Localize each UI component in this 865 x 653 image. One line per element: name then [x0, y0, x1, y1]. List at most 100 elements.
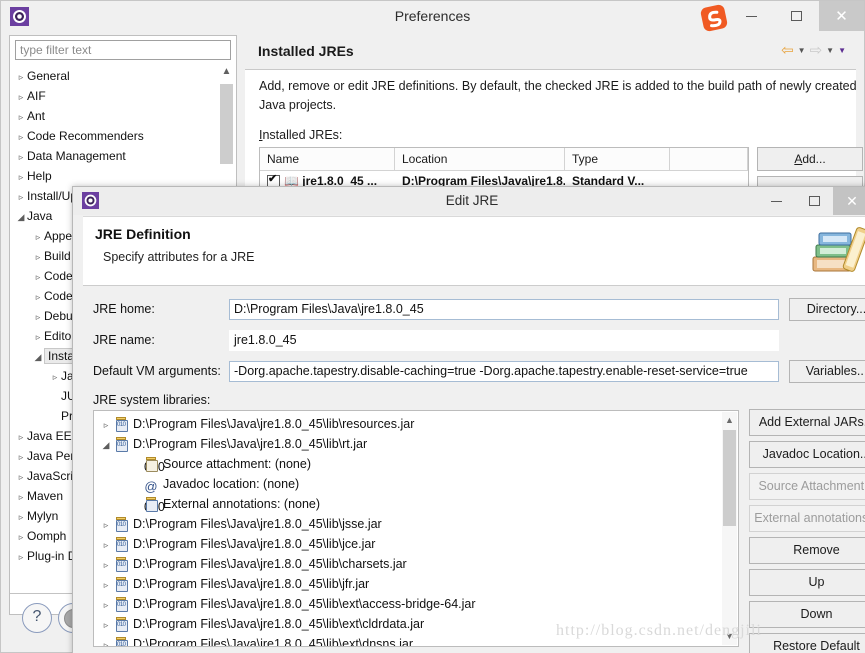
library-tree-row[interactable]: ▹010D:\Program Files\Java\jre1.8.0_45\li…: [94, 514, 722, 534]
add-jre-button[interactable]: Add...: [757, 147, 863, 171]
sidebar-item-label: Java EE: [27, 429, 72, 443]
scroll-down-icon[interactable]: ▼: [722, 628, 737, 645]
chevron-right-icon[interactable]: ▹: [15, 547, 27, 567]
chevron-right-icon[interactable]: ▹: [98, 635, 114, 647]
chevron-down-icon[interactable]: ◢: [15, 207, 27, 227]
filter-input[interactable]: type filter text: [15, 40, 231, 60]
jre-home-input[interactable]: D:\Program Files\Java\jre1.8.0_45: [229, 299, 779, 320]
installed-jres-label: Installed JREs:: [259, 128, 342, 142]
scrollbar-thumb[interactable]: [723, 430, 736, 526]
jar-icon: 010: [114, 537, 128, 551]
edit-jre-header-band: JRE Definition Specify attributes for a …: [83, 216, 865, 286]
chevron-right-icon[interactable]: ▹: [98, 615, 114, 635]
chevron-down-icon[interactable]: ◢: [98, 435, 114, 455]
chevron-right-icon[interactable]: ▹: [98, 555, 114, 575]
scroll-up-icon[interactable]: ▲: [220, 66, 233, 77]
chevron-right-icon[interactable]: ▹: [98, 535, 114, 555]
sidebar-item-label: Ant: [27, 109, 45, 123]
library-tree-row[interactable]: @Javadoc location: (none): [94, 474, 722, 494]
chevron-down-icon[interactable]: ◢: [32, 347, 44, 367]
annotations-icon: 010: [144, 497, 158, 511]
library-tree-row[interactable]: ▹010D:\Program Files\Java\jre1.8.0_45\li…: [94, 574, 722, 594]
chevron-right-icon[interactable]: ▹: [15, 427, 27, 447]
menu-dropdown-icon[interactable]: ▼: [838, 46, 846, 55]
chevron-right-icon[interactable]: ▹: [32, 307, 44, 327]
add-external-jars-button[interactable]: Add External JARs...: [749, 409, 865, 436]
column-header-location[interactable]: Location: [395, 148, 565, 170]
sogou-ime-icon[interactable]: [694, 3, 734, 33]
column-header-extra[interactable]: [670, 148, 748, 170]
library-tree-scrollbar[interactable]: ▲ ▼: [722, 412, 737, 645]
sidebar-item-data-management[interactable]: ▹Data Management: [15, 146, 231, 166]
close-button[interactable]: ✕: [819, 1, 864, 31]
system-libraries-tree[interactable]: ▹010D:\Program Files\Java\jre1.8.0_45\li…: [93, 410, 739, 647]
up-button[interactable]: Up: [749, 569, 865, 596]
sidebar-item-label: AIF: [27, 89, 46, 103]
library-tree-row[interactable]: ▹010D:\Program Files\Java\jre1.8.0_45\li…: [94, 414, 722, 434]
directory-button[interactable]: Directory...: [789, 298, 865, 321]
restore-default-button[interactable]: Restore Default: [749, 633, 865, 653]
maximize-button[interactable]: [774, 1, 819, 31]
library-tree-row[interactable]: ▹010D:\Program Files\Java\jre1.8.0_45\li…: [94, 614, 722, 634]
chevron-right-icon[interactable]: ▹: [32, 247, 44, 267]
source-attachment-icon: 010: [144, 457, 158, 471]
library-tree-row[interactable]: ◢010D:\Program Files\Java\jre1.8.0_45\li…: [94, 434, 722, 454]
chevron-right-icon[interactable]: ▹: [15, 127, 27, 147]
library-tree-row[interactable]: 010Source attachment: (none): [94, 454, 722, 474]
forward-arrow-icon[interactable]: ⇨: [810, 41, 823, 59]
library-tree-row[interactable]: ▹010D:\Program Files\Java\jre1.8.0_45\li…: [94, 554, 722, 574]
chevron-right-icon[interactable]: ▹: [32, 287, 44, 307]
back-dropdown-icon[interactable]: ▼: [798, 46, 806, 55]
sidebar-item-label: General: [27, 69, 70, 83]
back-arrow-icon[interactable]: ⇦: [781, 41, 794, 59]
variables-button[interactable]: Variables...: [789, 360, 865, 383]
chevron-right-icon[interactable]: ▹: [15, 87, 27, 107]
library-tree-row[interactable]: 010External annotations: (none): [94, 494, 722, 514]
content-header: Installed JREs ⇦ ▼ ⇨ ▼ ▼: [245, 35, 856, 70]
vm-arguments-input[interactable]: -Dorg.apache.tapestry.disable-caching=tr…: [229, 361, 779, 382]
chevron-right-icon[interactable]: ▹: [15, 167, 27, 187]
maximize-button[interactable]: [795, 187, 833, 215]
chevron-right-icon[interactable]: ▹: [98, 415, 114, 435]
chevron-right-icon[interactable]: ▹: [32, 267, 44, 287]
scrollbar-thumb[interactable]: [220, 84, 233, 164]
library-tree-row[interactable]: ▹010D:\Program Files\Java\jre1.8.0_45\li…: [94, 634, 722, 647]
column-header-type[interactable]: Type: [565, 148, 670, 170]
chevron-right-icon[interactable]: ▹: [15, 67, 27, 87]
jre-name-input[interactable]: jre1.8.0_45: [229, 330, 779, 351]
history-navigation: ⇦ ▼ ⇨ ▼ ▼: [781, 41, 846, 59]
sidebar-item-code-recommenders[interactable]: ▹Code Recommenders: [15, 126, 231, 146]
sidebar-item-aif[interactable]: ▹AIF: [15, 86, 231, 106]
header-subtitle: Specify attributes for a JRE: [103, 250, 254, 264]
sidebar-item-help[interactable]: ▹Help: [15, 166, 231, 186]
chevron-right-icon[interactable]: ▹: [15, 447, 27, 467]
preferences-window-controls: ✕: [729, 1, 864, 31]
minimize-button[interactable]: [729, 1, 774, 31]
chevron-right-icon[interactable]: ▹: [49, 367, 61, 387]
forward-dropdown-icon[interactable]: ▼: [826, 46, 834, 55]
close-button[interactable]: ✕: [833, 187, 865, 215]
chevron-right-icon[interactable]: ▹: [15, 467, 27, 487]
chevron-right-icon[interactable]: ▹: [15, 527, 27, 547]
chevron-right-icon[interactable]: ▹: [15, 507, 27, 527]
chevron-right-icon[interactable]: ▹: [32, 327, 44, 347]
down-button[interactable]: Down: [749, 601, 865, 628]
chevron-right-icon[interactable]: ▹: [15, 147, 27, 167]
remove-button[interactable]: Remove: [749, 537, 865, 564]
library-tree-row[interactable]: ▹010D:\Program Files\Java\jre1.8.0_45\li…: [94, 594, 722, 614]
column-header-name[interactable]: Name: [260, 148, 395, 170]
chevron-right-icon[interactable]: ▹: [98, 515, 114, 535]
minimize-button[interactable]: [757, 187, 795, 215]
help-button[interactable]: ?: [22, 603, 52, 633]
chevron-right-icon[interactable]: ▹: [32, 227, 44, 247]
chevron-right-icon[interactable]: ▹: [15, 187, 27, 207]
chevron-right-icon[interactable]: ▹: [15, 107, 27, 127]
javadoc-location-button[interactable]: Javadoc Location...: [749, 441, 865, 468]
sidebar-item-general[interactable]: ▹General: [15, 66, 231, 86]
chevron-right-icon[interactable]: ▹: [98, 595, 114, 615]
scroll-up-icon[interactable]: ▲: [722, 412, 737, 429]
chevron-right-icon[interactable]: ▹: [98, 575, 114, 595]
library-tree-row[interactable]: ▹010D:\Program Files\Java\jre1.8.0_45\li…: [94, 534, 722, 554]
sidebar-item-ant[interactable]: ▹Ant: [15, 106, 231, 126]
chevron-right-icon[interactable]: ▹: [15, 487, 27, 507]
